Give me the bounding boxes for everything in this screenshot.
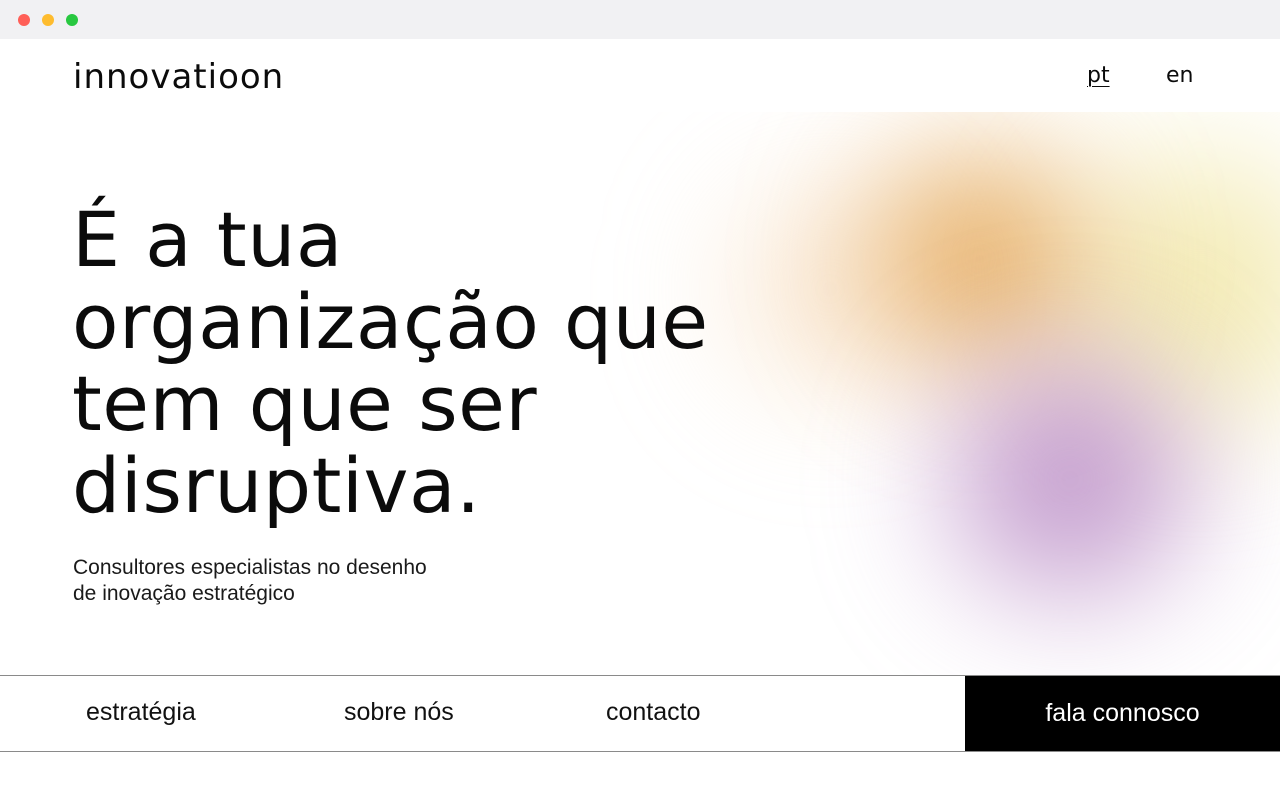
close-window-button[interactable] [18,14,30,26]
site-header: innovatioon pt en [0,39,1280,112]
nav-link-sobre-nos[interactable]: sobre nós [344,698,454,727]
minimize-window-button[interactable] [42,14,54,26]
nav-link-estrategia[interactable]: estratégia [86,698,196,727]
headline-line: É a tua [72,195,343,284]
zoom-window-button[interactable] [66,14,78,26]
language-en-link[interactable]: en [1166,63,1193,88]
bottom-nav: estratégia sobre nós contacto fala conno… [0,675,1280,752]
contact-cta-button[interactable]: fala connosco [965,676,1280,751]
hero-subtitle: Consultores especialistas no desenho de … [73,555,427,607]
logo[interactable]: innovatioon [73,57,284,97]
language-pt-link[interactable]: pt [1087,63,1110,88]
gradient-blob-purple [900,339,1240,619]
browser-titlebar [0,0,1280,39]
hero-headline: É a tua organização que tem que ser disr… [72,199,709,527]
subtitle-line: Consultores especialistas no desenho [73,556,427,579]
nav-link-contacto[interactable]: contacto [606,698,701,727]
subtitle-line: de inovação estratégico [73,582,295,605]
headline-line: organização que [72,277,709,366]
headline-line: tem que ser [72,359,538,448]
page: innovatioon pt en É a tua organização qu… [0,39,1280,790]
headline-line: disruptiva. [72,441,481,530]
